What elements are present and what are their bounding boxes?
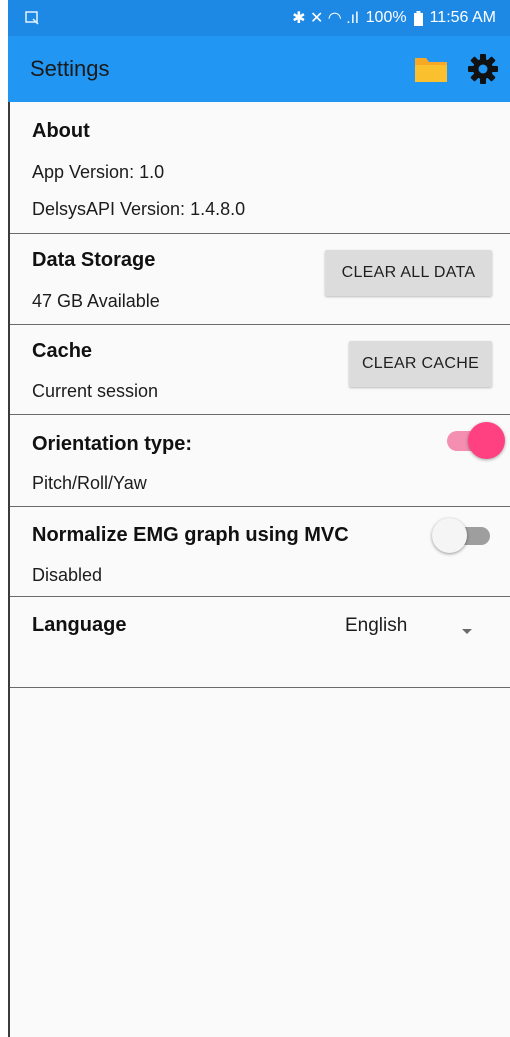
page-title: Settings: [30, 56, 110, 81]
cache-title: Cache: [32, 340, 93, 362]
battery-icon: [413, 10, 423, 26]
folder-icon[interactable]: [414, 52, 448, 86]
api-version-text: DelsysAPI Version: 1.4.8.0: [32, 199, 246, 219]
about-section: About App Version: 1.0 DelsysAPI Version…: [10, 102, 510, 234]
orientation-section: Orientation type: Pitch/Roll/Yaw: [10, 415, 510, 507]
cache-section: Cache Current session CLEAR CACHE: [10, 325, 510, 415]
language-section: Language English: [10, 597, 510, 688]
screenshot-notification-icon: [24, 10, 40, 26]
status-bar: ✱ ✕ ◠ .ıl 100% 11:56 AM: [8, 0, 510, 36]
toggle-thumb: [468, 422, 505, 459]
toggle-thumb: [432, 518, 467, 553]
normalize-emg-section: Normalize EMG graph using MVC Disabled: [10, 507, 510, 597]
app-bar: Settings: [8, 36, 510, 102]
app-version-text: App Version: 1.0: [32, 162, 165, 182]
cache-subtitle: Current session: [32, 381, 159, 401]
gear-icon[interactable]: [466, 52, 500, 86]
normalize-emg-toggle[interactable]: [430, 515, 492, 555]
signal-icons: ✱ ✕ ◠ .ıl: [292, 10, 359, 27]
app-bar-actions: [414, 52, 500, 86]
language-selected: English: [345, 615, 408, 636]
chevron-down-icon: [461, 622, 473, 640]
orientation-value: Pitch/Roll/Yaw: [32, 473, 147, 493]
normalize-emg-value: Disabled: [32, 565, 103, 585]
clear-all-data-button[interactable]: CLEAR ALL DATA: [325, 250, 492, 296]
language-dropdown[interactable]: English: [345, 611, 495, 641]
data-storage-section: Data Storage 47 GB Available CLEAR ALL D…: [10, 234, 510, 325]
settings-list: About App Version: 1.0 DelsysAPI Version…: [8, 102, 510, 1037]
battery-percent: 100%: [365, 9, 407, 26]
orientation-title: Orientation type:: [32, 433, 193, 455]
storage-available-text: 47 GB Available: [32, 291, 160, 311]
clock: 11:56 AM: [429, 9, 496, 26]
orientation-toggle[interactable]: [445, 421, 505, 461]
data-storage-title: Data Storage: [32, 249, 156, 271]
language-title: Language: [32, 614, 127, 636]
normalize-emg-title: Normalize EMG graph using MVC: [32, 524, 349, 546]
clear-cache-button[interactable]: CLEAR CACHE: [349, 341, 492, 387]
about-title: About: [32, 120, 90, 142]
status-indicators: ✱ ✕ ◠ .ıl 100% 11:56 AM: [292, 8, 496, 28]
